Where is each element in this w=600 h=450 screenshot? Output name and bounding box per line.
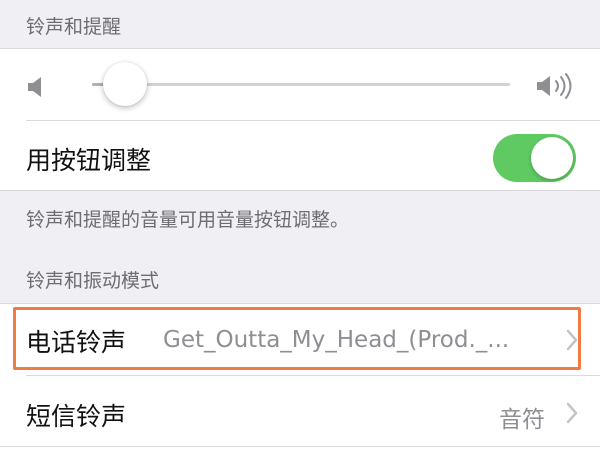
chevron-right-icon [566,402,578,424]
card-bottom-border [0,446,600,447]
patterns-card: 电话铃声 Get_Outta_My_Head_(Prod._... 短信铃声 音… [0,303,600,450]
card-bottom-border [0,190,600,191]
volume-slider[interactable] [92,48,510,120]
volume-slider-track [92,83,510,86]
speaker-high-icon [537,73,572,99]
highlight-box [13,307,581,370]
ringer-section-footer: 铃声和提醒的音量可用音量按钮调整。 [26,209,350,231]
patterns-section-header: 铃声和振动模式 [26,270,160,292]
change-with-buttons-label: 用按钮调整 [26,146,152,175]
ringer-card: 用按钮调整 [0,48,600,191]
text-tone-label: 短信铃声 [26,402,127,431]
volume-slider-row [0,48,600,120]
toggle-knob [531,137,573,179]
speaker-low-icon [28,77,41,97]
text-tone-value: 音符 [499,407,545,433]
volume-slider-thumb[interactable] [103,62,148,106]
ringer-section-header: 铃声和提醒 [26,16,122,38]
text-tone-row[interactable]: 短信铃声 音符 [0,376,600,446]
change-with-buttons-toggle[interactable] [493,134,576,182]
change-with-buttons-row: 用按钮调整 [0,121,600,191]
